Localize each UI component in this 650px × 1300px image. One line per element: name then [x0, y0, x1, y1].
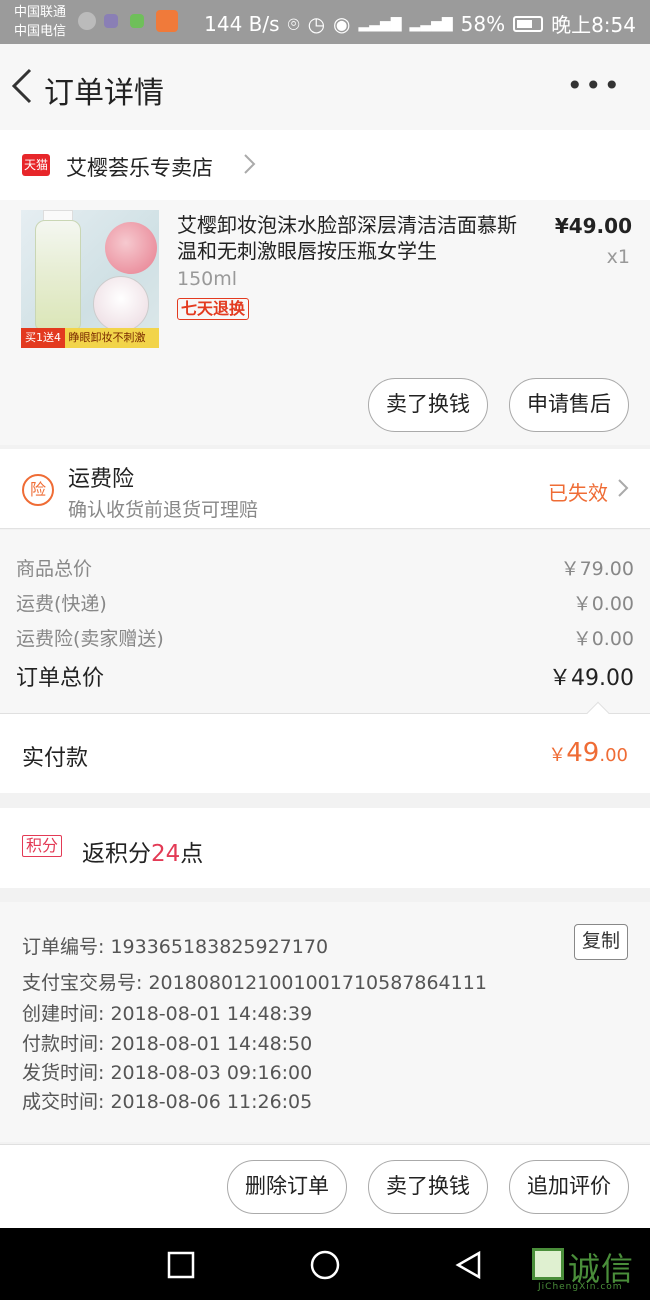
- watermark-logo: [532, 1248, 564, 1280]
- watermark: 诚信 JiChengXin.com: [532, 1244, 642, 1294]
- cost-row: 运费(快递) ￥0.00: [16, 589, 634, 619]
- product-image-bottle: [35, 220, 81, 330]
- app-icon: [130, 14, 144, 28]
- paid-currency: ￥: [548, 745, 567, 766]
- after-sale-button[interactable]: 申请售后: [509, 378, 629, 432]
- page-title: 订单详情: [44, 76, 164, 111]
- clock: 晚上8:54: [551, 13, 636, 37]
- cost-summary: 商品总价 ￥79.00 运费(快递) ￥0.00 运费险(卖家赠送) ￥0.00…: [0, 530, 650, 713]
- points-number: 24: [151, 841, 181, 867]
- battery-icon: [513, 15, 544, 32]
- sell-button[interactable]: 卖了换钱: [368, 378, 488, 432]
- paid-integer: 49: [566, 738, 600, 768]
- paid-label: 实付款: [22, 746, 89, 771]
- product-card: 买1送4 睁眼卸妆不刺激 艾樱卸妆泡沫水脸部深层清洁洁面慕斯温和无刺激眼唇按压瓶…: [0, 200, 650, 445]
- paid-amount-row: 实付款 ￥49.00: [0, 701, 650, 793]
- shipped-time: 发货时间: 2018-08-03 09:16:00: [22, 1062, 313, 1084]
- paid-time: 付款时间: 2018-08-01 14:48:50: [22, 1033, 313, 1055]
- product-spec: 150ml: [177, 268, 238, 290]
- status-bar: 中国联通 中国电信 144 B/s ⌾ ◷ ◉ ▂▃▅▇ ▂▃▅▇ 58% 晚上…: [0, 0, 650, 44]
- signal-icon: ▂▃▅▇: [358, 15, 402, 32]
- insurance-subtitle: 确认收货前退货可理赔: [68, 499, 259, 521]
- order-total-row: 订单总价 ￥49.00: [16, 660, 634, 691]
- carrier-1: 中国联通: [14, 5, 67, 20]
- shop-name[interactable]: 艾樱荟乐专卖店: [66, 152, 213, 182]
- cost-label: 订单总价: [16, 666, 105, 691]
- bottom-actions: 删除订单 卖了换钱 追加评价: [0, 1144, 650, 1228]
- created-time: 创建时间: 2018-08-01 14:48:39: [22, 1003, 313, 1025]
- location-icon: ⌾: [287, 11, 300, 36]
- insurance-title: 运费险: [68, 467, 135, 492]
- cost-row: 商品总价 ￥79.00: [16, 554, 634, 584]
- paid-amount: ￥49.00: [548, 738, 628, 768]
- watermark-subtext: JiChengXin.com: [538, 1282, 623, 1292]
- eye-icon: ◉: [333, 11, 351, 36]
- tmall-logo: 天猫: [22, 154, 50, 176]
- app-icon: [104, 14, 118, 28]
- carrier-2: 中国电信: [14, 24, 67, 39]
- alarm-icon: ◷: [307, 11, 326, 36]
- points-text-pre: 返积分: [82, 841, 151, 867]
- cost-value: ￥49.00: [549, 666, 634, 691]
- delete-order-button[interactable]: 删除订单: [227, 1160, 347, 1214]
- slogan-label: 睁眼卸妆不刺激: [68, 331, 146, 344]
- chevron-right-icon: [618, 479, 629, 497]
- order-number: 订单编号: 193365183825927170: [22, 936, 329, 958]
- completed-time: 成交时间: 2018-08-06 11:26:05: [22, 1091, 313, 1113]
- alipay-trade-number: 支付宝交易号: 2018080121001001710587864111: [22, 972, 487, 994]
- insurance-icon: 险: [22, 474, 54, 506]
- wechat-icon: [78, 12, 96, 30]
- signal-icon: ▂▃▅▇: [409, 15, 453, 32]
- copy-button[interactable]: 复制: [574, 924, 628, 960]
- cost-row: 运费险(卖家赠送) ￥0.00: [16, 624, 634, 654]
- carrier-info: 中国联通 中国电信: [14, 3, 66, 41]
- product-image-banner: 买1送4 睁眼卸妆不刺激: [21, 328, 159, 348]
- points-row: 积分 返积分24点: [0, 808, 650, 888]
- add-review-button[interactable]: 追加评价: [509, 1160, 629, 1214]
- recent-apps-icon[interactable]: [166, 1250, 196, 1280]
- cost-value: ￥0.00: [572, 593, 634, 615]
- order-info: 订单编号: 193365183825927170 复制 支付宝交易号: 2018…: [0, 902, 650, 1142]
- shop-row[interactable]: 天猫 艾樱荟乐专卖店: [0, 130, 650, 200]
- return-policy-badge: 七天退换: [177, 298, 250, 320]
- status-right: 144 B/s ⌾ ◷ ◉ ▂▃▅▇ ▂▃▅▇ 58% 晚上8:54: [204, 9, 636, 38]
- sell-button[interactable]: 卖了换钱: [368, 1160, 488, 1214]
- more-icon[interactable]: •••: [566, 72, 622, 100]
- points-text-post: 点: [180, 841, 204, 867]
- cost-label: 运费(快递): [16, 593, 107, 615]
- header: 订单详情 •••: [0, 44, 650, 130]
- back-icon[interactable]: [454, 1250, 484, 1280]
- heart-app-icon: [156, 10, 178, 32]
- shipping-insurance-row[interactable]: 险 运费险 确认收货前退货可理赔 已失效: [0, 449, 650, 529]
- promo-label: 买1送4: [21, 328, 65, 348]
- product-image[interactable]: 买1送4 睁眼卸妆不刺激: [21, 210, 159, 348]
- product-quantity: x1: [606, 246, 630, 268]
- cost-value: ￥79.00: [560, 558, 634, 580]
- back-arrow-icon[interactable]: [8, 66, 38, 106]
- product-name[interactable]: 艾樱卸妆泡沫水脸部深层清洁洁面慕斯温和无刺激眼唇按压瓶女学生: [177, 212, 517, 264]
- paid-decimal: .00: [599, 745, 628, 766]
- battery-percent: 58%: [460, 11, 506, 36]
- product-price: ¥49.00: [554, 214, 632, 238]
- points-badge: 积分: [22, 835, 63, 857]
- product-image-circle: [105, 222, 157, 274]
- points-text: 返积分24点: [82, 834, 203, 868]
- insurance-status: 已失效: [548, 481, 608, 505]
- cost-label: 运费险(卖家赠送): [16, 628, 164, 650]
- cost-label: 商品总价: [16, 558, 93, 580]
- chevron-right-icon: [244, 154, 256, 174]
- product-image-circle: [93, 276, 149, 332]
- system-nav-bar: 诚信 JiChengXin.com: [0, 1228, 650, 1300]
- home-icon[interactable]: [310, 1250, 340, 1280]
- network-speed: 144 B/s: [204, 11, 280, 36]
- cost-value: ￥0.00: [572, 628, 634, 650]
